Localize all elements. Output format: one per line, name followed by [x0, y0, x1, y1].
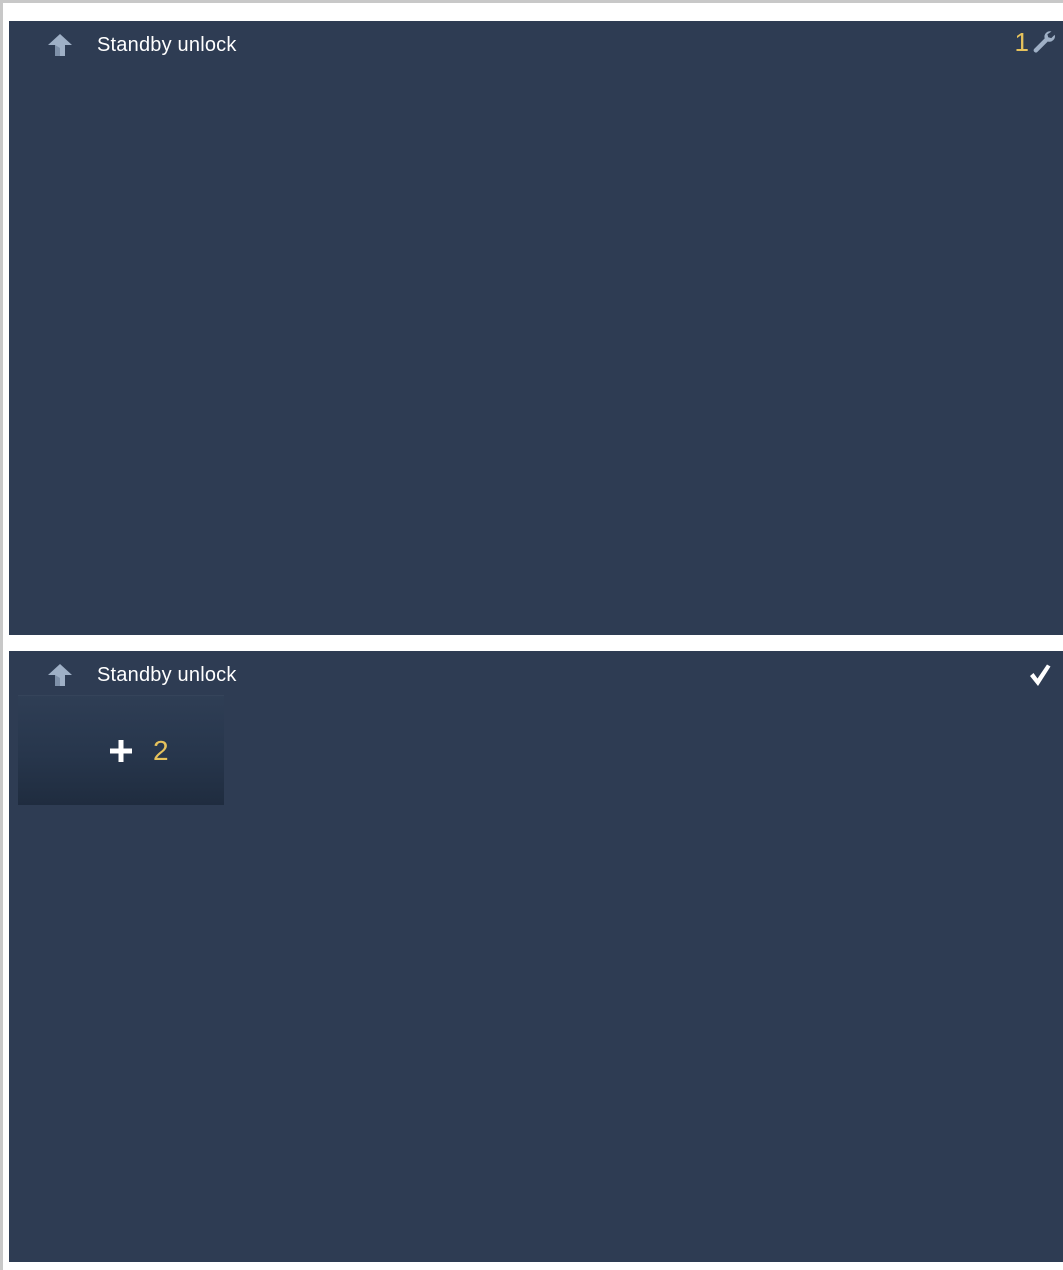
- settings-group: 1: [1015, 27, 1057, 57]
- callout-number: 1: [1014, 27, 1029, 57]
- page: Standby unlock 1 Standby unlock 2: [0, 0, 1063, 1270]
- page-title: Standby unlock: [97, 34, 237, 56]
- frame-border-top: [0, 0, 1063, 3]
- add-tile-button[interactable]: 2: [18, 695, 224, 805]
- back-button[interactable]: [45, 32, 75, 58]
- top-bar: Standby unlock 1: [9, 21, 1063, 67]
- top-bar: Standby unlock: [9, 651, 1063, 697]
- page-title: Standby unlock: [97, 664, 237, 686]
- wrench-icon[interactable]: [1031, 29, 1057, 55]
- callout-number: 2: [153, 735, 169, 766]
- frame-border-left: [0, 0, 3, 1270]
- back-arrow-icon: [48, 34, 72, 56]
- back-button[interactable]: [45, 662, 75, 688]
- checkmark-icon[interactable]: [1027, 662, 1053, 688]
- standby-unlock-screen-2: Standby unlock 2: [9, 651, 1063, 1262]
- plus-icon: [110, 740, 132, 762]
- standby-unlock-screen-1: Standby unlock 1: [9, 21, 1063, 635]
- back-arrow-icon: [48, 664, 72, 686]
